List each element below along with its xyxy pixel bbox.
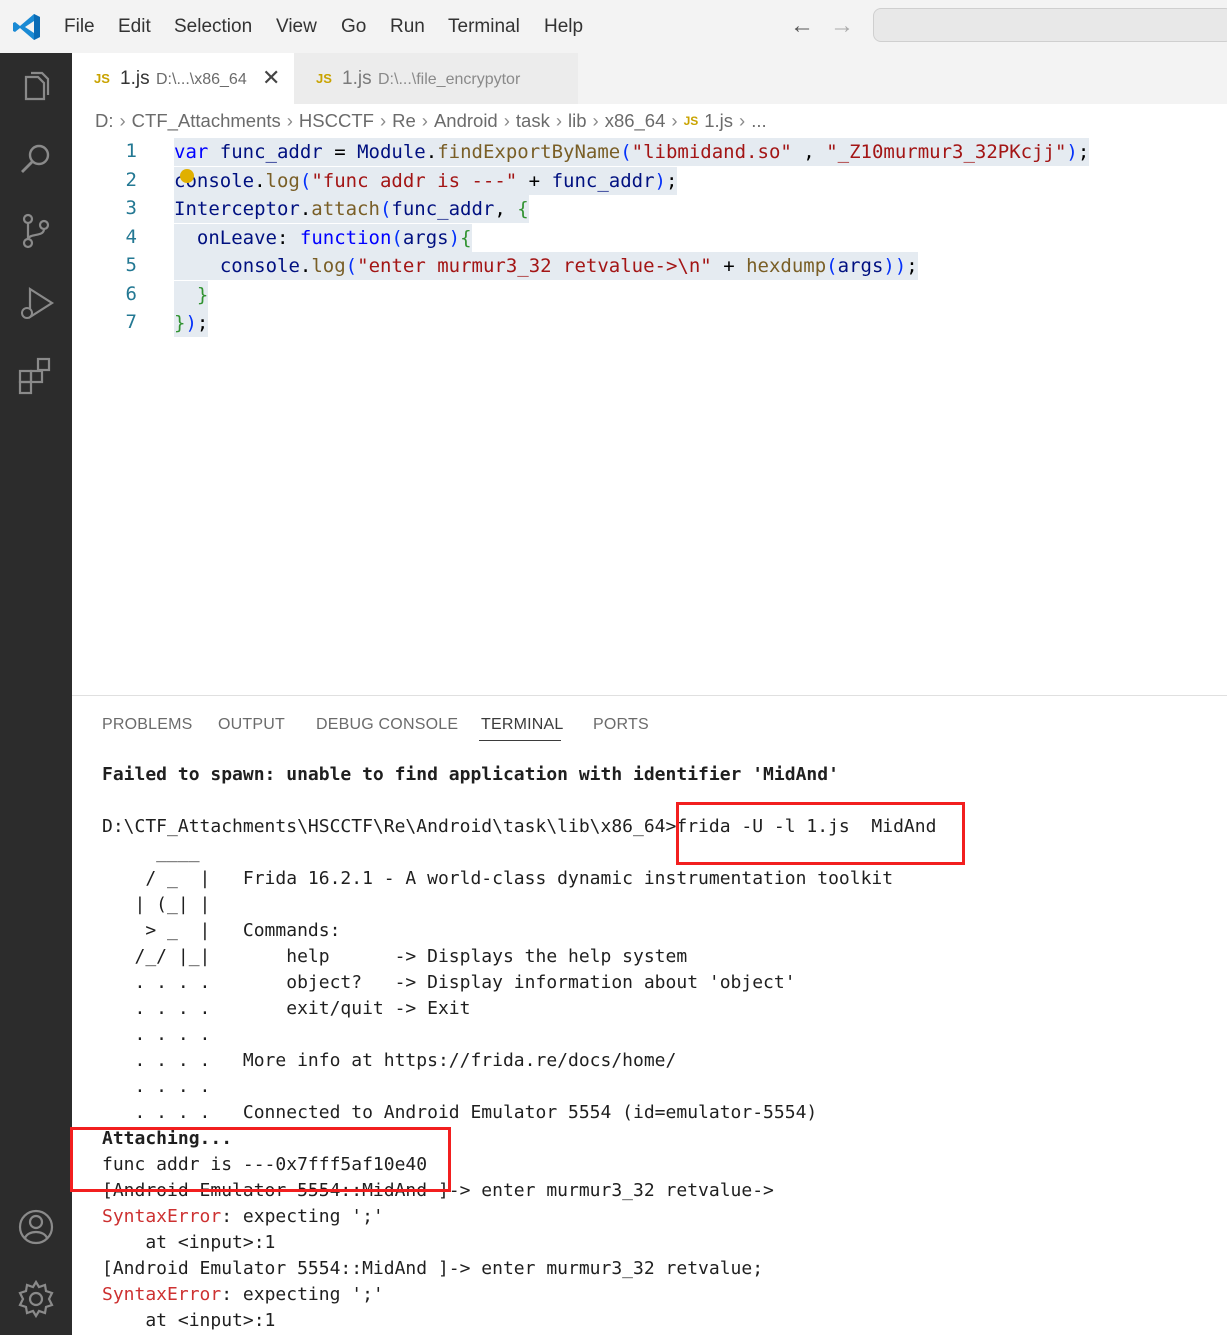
bottom-panel: PROBLEMS OUTPUT DEBUG CONSOLE TERMINAL P… [70, 695, 1227, 1336]
terminal-line: Failed to spawn: unable to find applicat… [102, 764, 839, 785]
terminal-error-line: SyntaxError: expecting ';' [102, 1283, 384, 1307]
banner-line: > _ | Commands: [102, 920, 341, 941]
line-number: 2 [125, 169, 137, 191]
code-line: } [174, 281, 209, 309]
line-number: 6 [125, 283, 137, 305]
error-message: : expecting ';' [221, 1284, 384, 1305]
chevron-right-icon: › [592, 110, 599, 131]
chevron-right-icon: › [119, 110, 126, 131]
tab-debug-console[interactable]: DEBUG CONSOLE [316, 716, 458, 734]
banner-line: | (_| | [102, 894, 211, 915]
command-center-search[interactable] [873, 8, 1227, 42]
banner-line: . . . . exit/quit -> Exit [102, 998, 471, 1019]
editor-tab-bar: JS 1.js D:\...\x86_64 ✕ JS 1.js D:\...\f… [72, 53, 1227, 104]
menu-help[interactable]: Help [544, 14, 583, 40]
terminal-prompt: D:\CTF_Attachments\HSCCTF\Re\Android\tas… [102, 816, 677, 837]
breadcrumb-item[interactable]: CTF_Attachments [132, 110, 281, 132]
menu-file[interactable]: File [64, 14, 95, 40]
breadcrumb-item[interactable]: Re [392, 110, 416, 132]
breadcrumb-file[interactable]: 1.js [704, 110, 733, 132]
error-name: SyntaxError [102, 1206, 222, 1227]
arrow-right-icon[interactable]: → [830, 12, 854, 40]
line-number: 7 [125, 311, 137, 333]
run-debug-icon[interactable] [16, 283, 56, 323]
code-line: var func_addr = Module.findExportByName(… [174, 138, 1090, 166]
terminal-line: at <input>:1 [102, 1310, 276, 1331]
error-message: : expecting ';' [221, 1206, 384, 1227]
breadcrumb: D: › CTF_Attachments › HSCCTF › Re › Android › tas… [95, 110, 767, 136]
vscode-logo-icon [13, 14, 40, 40]
menu-selection[interactable]: Selection [174, 14, 252, 40]
title-bar: File Edit Selection View Go Run Terminal… [0, 0, 1227, 53]
lightbulb-icon[interactable] [180, 169, 194, 183]
breadcrumb-item[interactable]: lib [568, 110, 587, 132]
breadcrumb-item[interactable]: x86_64 [605, 110, 666, 132]
tab-1js-file-encrypytor[interactable]: JS 1.js D:\...\file_encrypytor [294, 53, 578, 104]
chevron-right-icon: › [379, 110, 387, 131]
banner-line: / _ | Frida 16.2.1 - A world-class dynam… [102, 868, 894, 889]
breadcrumb-ellipsis[interactable]: ... [751, 110, 766, 132]
chevron-right-icon: › [503, 110, 510, 131]
breadcrumb-item[interactable]: Android [434, 110, 498, 132]
menu-run[interactable]: Run [390, 14, 425, 40]
banner-line: . . . . More info at https://frida.re/do… [102, 1050, 677, 1071]
close-icon[interactable]: ✕ [262, 65, 280, 91]
tab-filename: 1.js [120, 68, 150, 89]
tab-problems[interactable]: PROBLEMS [102, 716, 193, 734]
active-tab-indicator [479, 740, 561, 741]
menu-view[interactable]: View [276, 14, 317, 40]
settings-gear-icon[interactable] [16, 1279, 56, 1319]
menu-go[interactable]: Go [341, 14, 366, 40]
tab-output[interactable]: OUTPUT [218, 716, 285, 734]
breadcrumb-item[interactable]: D: [95, 110, 114, 132]
line-number: 3 [125, 197, 137, 219]
line-number: 1 [125, 140, 137, 162]
banner-line: ____ [102, 842, 200, 863]
menu-edit[interactable]: Edit [118, 14, 151, 40]
tab-ports[interactable]: PORTS [593, 716, 649, 734]
arrow-left-icon[interactable]: ← [790, 12, 814, 40]
chevron-right-icon: › [671, 110, 678, 131]
highlight-box-command [676, 802, 965, 865]
source-control-icon[interactable] [16, 211, 56, 251]
banner-line: /_/ |_| help -> Displays the help system [102, 946, 688, 967]
tab-path: D:\...\file_encrypytor [378, 71, 521, 88]
search-icon[interactable] [16, 139, 56, 179]
code-line: onLeave: function(args){ [174, 224, 472, 252]
menu-terminal[interactable]: Terminal [448, 14, 520, 40]
chevron-right-icon: › [421, 110, 428, 131]
js-file-icon: JS [316, 71, 332, 86]
js-file-icon: JS [683, 114, 699, 128]
chevron-right-icon: › [555, 110, 562, 131]
extensions-icon[interactable] [16, 355, 56, 395]
code-line: Interceptor.attach(func_addr, { [174, 195, 529, 223]
highlight-box-func-addr [70, 1127, 451, 1192]
tab-path: D:\...\x86_64 [156, 71, 247, 88]
banner-line: . . . . object? -> Display information a… [102, 972, 796, 993]
code-line: }); [174, 309, 209, 337]
chevron-right-icon: › [739, 110, 746, 131]
code-line: console.log("func addr is ---" + func_ad… [174, 167, 678, 195]
terminal-line: [Android Emulator 5554::MidAnd ]-> enter… [102, 1258, 764, 1279]
activity-bar [0, 53, 72, 1335]
breadcrumb-item[interactable]: task [516, 110, 550, 132]
terminal-error-line: SyntaxError: expecting ';' [102, 1205, 384, 1229]
js-file-icon: JS [94, 71, 110, 86]
terminal-line: at <input>:1 [102, 1232, 276, 1253]
code-line: console.log("enter murmur3_32 retvalue->… [174, 252, 918, 280]
breadcrumb-item[interactable]: HSCCTF [299, 110, 374, 132]
banner-line: . . . . Connected to Android Emulator 55… [102, 1102, 818, 1123]
chevron-right-icon: › [286, 110, 293, 131]
explorer-icon[interactable] [16, 69, 56, 109]
error-name: SyntaxError [102, 1284, 222, 1305]
line-number: 4 [125, 226, 137, 248]
account-icon[interactable] [16, 1207, 56, 1247]
banner-line: . . . . [102, 1076, 211, 1097]
tab-filename: 1.js [342, 68, 372, 89]
line-number: 5 [125, 254, 137, 276]
tab-1js-x86-64[interactable]: JS 1.js D:\...\x86_64 ✕ [72, 53, 294, 104]
tab-terminal[interactable]: TERMINAL [481, 716, 564, 734]
banner-line: . . . . [102, 1024, 211, 1045]
code-editor[interactable]: 1 2 3 4 5 6 7 var func_addr = Module.fin… [72, 138, 1227, 694]
